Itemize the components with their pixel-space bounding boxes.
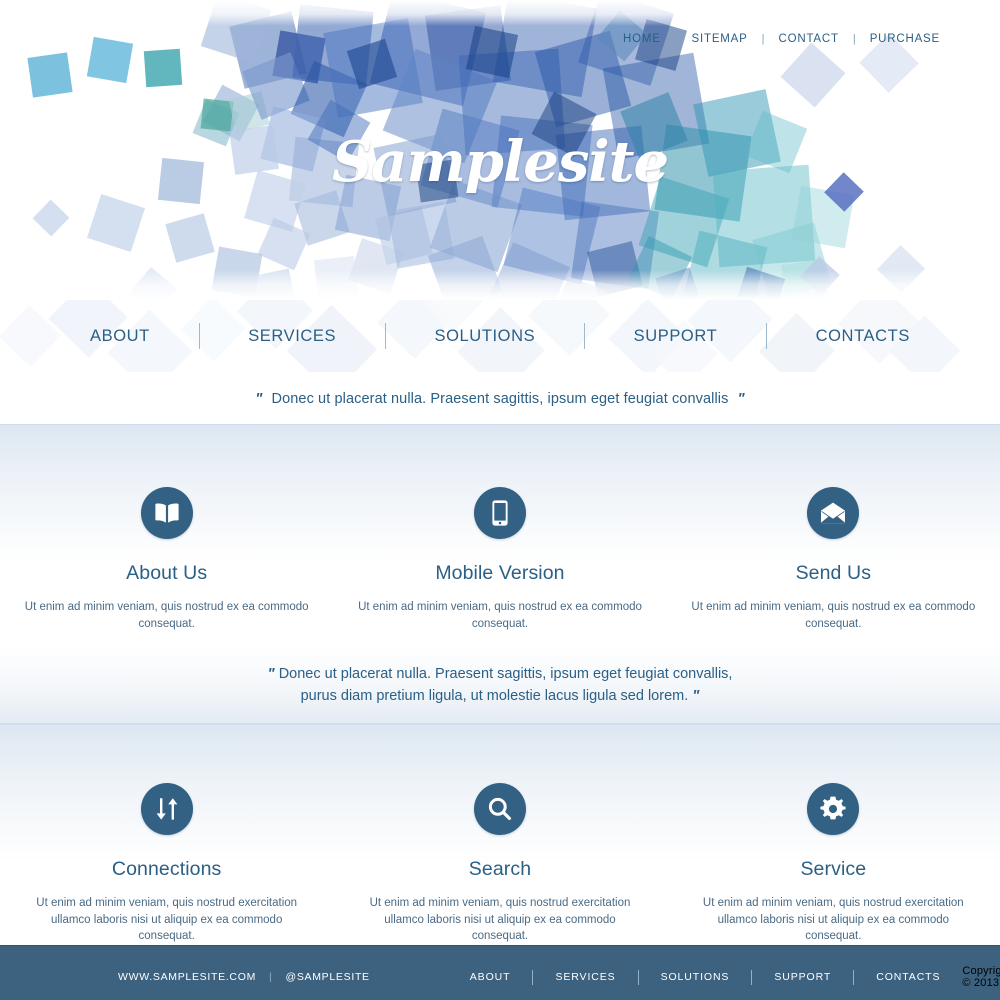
feature-mobile-version[interactable]: Mobile Version Ut enim ad minim veniam, … xyxy=(333,487,666,632)
tagline-text: Donec ut placerat nulla. Praesent sagitt… xyxy=(271,390,729,407)
feature-service[interactable]: Service Ut enim ad minim veniam, quis no… xyxy=(667,783,1000,945)
mainnav-separator xyxy=(384,323,386,349)
feature-search[interactable]: Search Ut enim ad minim veniam, quis nos… xyxy=(333,783,666,945)
search-icon xyxy=(473,783,526,835)
footer-copyright: Copyright © 2013 xyxy=(962,965,1000,989)
mid-quote-line2: purus diam pretium ligula, ut molestie l… xyxy=(300,687,689,704)
mainnav-separator xyxy=(583,323,585,349)
feature-about-us[interactable]: About Us Ut enim ad minim veniam, quis n… xyxy=(0,487,333,632)
mainnav-separator xyxy=(765,323,767,349)
mainnav-separator xyxy=(198,323,200,349)
footer-nav-support[interactable]: SUPPORT xyxy=(752,971,853,983)
features-top-section: About Us Ut enim ad minim veniam, quis n… xyxy=(0,424,1000,646)
mainnav-item-about[interactable]: ABOUT xyxy=(90,327,150,346)
feature-description: Ut enim ad minim veniam, quis nostrud ex… xyxy=(691,601,976,630)
book-icon xyxy=(140,487,193,539)
topnav-item-purchase[interactable]: PURCHASE xyxy=(856,33,954,45)
footer-website-link[interactable]: WWW.SAMPLESITE.COM xyxy=(118,971,256,983)
footer-contact-group: WWW.SAMPLESITE.COM | @SAMPLESITE xyxy=(118,971,370,983)
transfer-arrows-icon xyxy=(140,783,193,835)
feature-description: Ut enim ad minim veniam, quis nostrud ex… xyxy=(369,897,631,942)
site-header: HOME | SITEMAP | CONTACT | PURCHASE Samp… xyxy=(0,0,1000,300)
footer-nav-about[interactable]: ABOUT xyxy=(448,971,533,983)
feature-connections[interactable]: Connections Ut enim ad minim veniam, qui… xyxy=(0,783,333,945)
topnav-item-home[interactable]: HOME xyxy=(609,33,675,45)
envelope-icon xyxy=(807,487,860,539)
footer-navigation[interactable]: ABOUT SERVICES SOLUTIONS SUPPORT CONTACT… xyxy=(448,969,963,985)
mainnav-item-services[interactable]: SERVICES xyxy=(248,327,336,346)
feature-title: Mobile Version xyxy=(435,562,565,584)
footer-social-link[interactable]: @SAMPLESITE xyxy=(285,971,369,983)
mobile-icon xyxy=(473,487,526,539)
feature-title: Connections xyxy=(111,858,222,880)
quote-close-mark: " xyxy=(692,686,700,704)
feature-description: Ut enim ad minim veniam, quis nostrud ex… xyxy=(702,897,964,942)
feature-title: Send Us xyxy=(795,562,872,584)
tagline: " Donec ut placerat nulla. Praesent sagi… xyxy=(255,390,744,407)
site-footer: WWW.SAMPLESITE.COM | @SAMPLESITE ABOUT S… xyxy=(0,945,1000,1000)
feature-description: Ut enim ad minim veniam, quis nostrud ex… xyxy=(24,601,309,630)
page-root: HOME | SITEMAP | CONTACT | PURCHASE Samp… xyxy=(0,0,1000,1000)
feature-title: Search xyxy=(468,858,532,880)
mainnav-item-contacts[interactable]: CONTACTS xyxy=(816,327,910,346)
features-top-row: About Us Ut enim ad minim veniam, quis n… xyxy=(0,487,1000,632)
feature-title: Service xyxy=(800,858,867,880)
main-navigation[interactable]: ABOUT SERVICES SOLUTIONS SUPPORT CONTACT… xyxy=(0,300,1000,372)
topnav-item-sitemap[interactable]: SITEMAP xyxy=(678,33,762,45)
footer-nav-contacts[interactable]: CONTACTS xyxy=(854,971,962,983)
footer-nav-solutions[interactable]: SOLUTIONS xyxy=(639,971,752,983)
footer-nav-services[interactable]: SERVICES xyxy=(533,971,637,983)
topnav-item-contact[interactable]: CONTACT xyxy=(765,33,853,45)
tagline-section: " Donec ut placerat nulla. Praesent sagi… xyxy=(0,372,1000,424)
feature-description: Ut enim ad minim veniam, quis nostrud ex… xyxy=(358,601,642,630)
mid-quote-line1: Donec ut placerat nulla. Praesent sagitt… xyxy=(278,665,733,682)
mainnav-item-solutions[interactable]: SOLUTIONS xyxy=(434,327,535,346)
features-bottom-row: Connections Ut enim ad minim veniam, qui… xyxy=(0,783,1000,945)
top-navigation[interactable]: HOME | SITEMAP | CONTACT | PURCHASE xyxy=(609,33,954,45)
feature-send-us[interactable]: Send Us Ut enim ad minim veniam, quis no… xyxy=(667,487,1000,632)
mid-quote-section: " Donec ut placerat nulla. Praesent sagi… xyxy=(0,646,1000,724)
quote-open-mark: " xyxy=(267,664,275,682)
quote-close-mark: " xyxy=(737,389,745,407)
footer-separator: | xyxy=(269,971,273,983)
site-logo[interactable]: Samplesite xyxy=(0,129,1000,195)
feature-description: Ut enim ad minim veniam, quis nostrud ex… xyxy=(36,897,298,942)
gear-icon xyxy=(807,783,860,835)
quote-open-mark: " xyxy=(255,389,263,407)
mid-quote: " Donec ut placerat nulla. Praesent sagi… xyxy=(268,663,733,707)
mainnav-item-support[interactable]: SUPPORT xyxy=(634,327,718,346)
feature-title: About Us xyxy=(126,562,208,584)
features-bottom-section: Connections Ut enim ad minim veniam, qui… xyxy=(0,724,1000,945)
